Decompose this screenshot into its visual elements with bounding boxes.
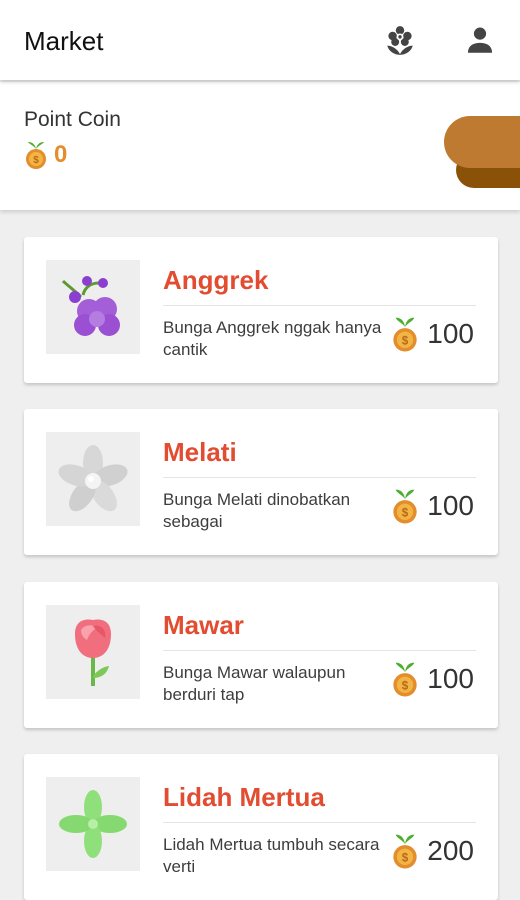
item-description: Lidah Mertua tumbuh secara verti	[163, 835, 380, 876]
point-coin-label: Point Coin	[24, 108, 121, 131]
item-price[interactable]: $ 100	[391, 487, 474, 525]
list-item[interactable]: Lidah Mertua Lidah Mertua tumbuh secara …	[24, 754, 498, 900]
item-price[interactable]: $ 100	[391, 660, 474, 698]
item-image	[46, 260, 140, 354]
flower-icon	[387, 26, 413, 55]
svg-text:$: $	[402, 507, 409, 520]
list-item[interactable]: Mawar Bunga Mawar walaupun berduri tap $…	[24, 582, 498, 728]
person-icon	[467, 27, 493, 53]
svg-text:$: $	[402, 852, 409, 865]
divider	[163, 650, 476, 651]
divider	[163, 477, 476, 478]
profile-button[interactable]	[462, 22, 498, 58]
coin-icon: $	[393, 317, 417, 352]
side-tab[interactable]	[444, 116, 520, 168]
item-name: Lidah Mertua	[163, 782, 325, 812]
item-name: Mawar	[163, 610, 244, 640]
list-item[interactable]: Anggrek Bunga Anggrek nggak hanya cantik…	[24, 237, 498, 383]
snake-plant-icon	[59, 790, 127, 858]
page-title: Market	[24, 26, 104, 56]
divider	[163, 305, 476, 306]
item-description: Bunga Melati dinobatkan sebagai	[163, 490, 351, 531]
svg-text:$: $	[33, 155, 39, 166]
item-image	[46, 605, 140, 699]
svg-text:$: $	[402, 680, 409, 693]
top-app-bar: Market	[0, 0, 520, 80]
market-list[interactable]: Anggrek Bunga Anggrek nggak hanya cantik…	[0, 210, 520, 900]
point-coin-balance: $ 0	[24, 140, 67, 170]
list-item[interactable]: Melati Bunga Melati dinobatkan sebagai $…	[24, 409, 498, 555]
divider	[163, 822, 476, 823]
coin-icon: $	[393, 834, 417, 869]
point-coin-panel: Point Coin $ 0	[0, 82, 520, 210]
svg-text:$: $	[402, 335, 409, 348]
price-value: 100	[427, 663, 474, 694]
item-name: Melati	[163, 437, 237, 467]
coin-icon: $	[393, 489, 417, 524]
item-price[interactable]: $ 100	[391, 315, 474, 353]
item-description: Bunga Mawar walaupun berduri tap	[163, 663, 346, 704]
coin-icon: $	[393, 662, 417, 697]
coin-icon: $	[26, 142, 46, 169]
flower-button[interactable]	[382, 22, 418, 58]
jasmine-icon	[58, 445, 128, 512]
item-image	[46, 777, 140, 871]
item-price[interactable]: $ 200	[391, 832, 474, 870]
point-coin-value: 0	[54, 141, 68, 168]
rose-icon	[75, 619, 111, 686]
item-image	[46, 432, 140, 526]
price-value: 100	[427, 490, 474, 521]
item-name: Anggrek	[163, 265, 269, 295]
item-description: Bunga Anggrek nggak hanya cantik	[163, 318, 382, 359]
price-value: 200	[427, 835, 474, 866]
price-value: 100	[427, 318, 474, 349]
orchid-icon	[61, 276, 120, 336]
